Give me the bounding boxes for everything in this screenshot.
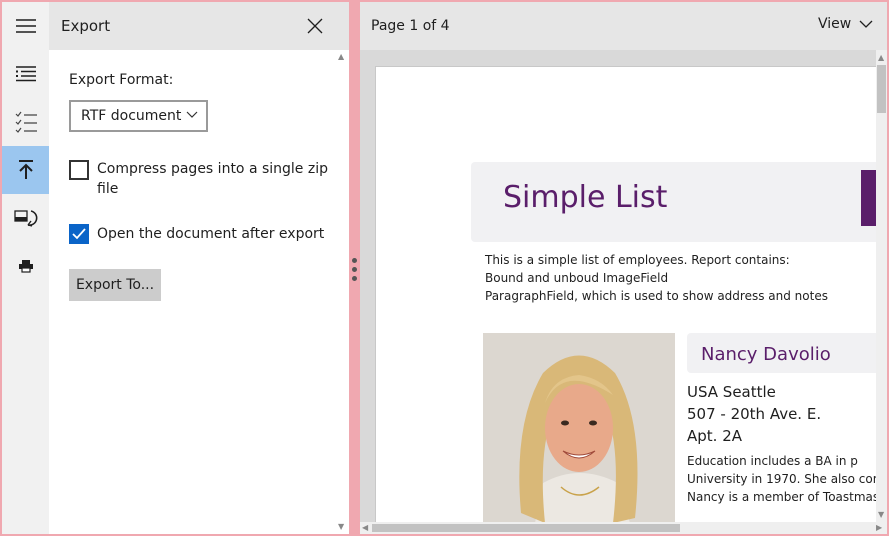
- compress-checkbox[interactable]: [69, 160, 89, 180]
- document-title: Simple List: [503, 180, 668, 215]
- print-button[interactable]: [2, 242, 49, 290]
- app-window: Export Export Format: RTF document Compr…: [2, 2, 887, 534]
- page-indicator: Page 1 of 4: [371, 18, 450, 34]
- address-line: 507 - 20th Ave. E.: [687, 405, 822, 423]
- checkmark-icon: [72, 228, 86, 240]
- export-button-rail[interactable]: [2, 146, 49, 194]
- notes-line: University in 1970. She also com: [687, 472, 885, 486]
- checklist-icon: [15, 111, 37, 133]
- open-after-export-checkbox[interactable]: [69, 224, 89, 244]
- viewer-header: Page 1 of 4 View: [360, 2, 887, 50]
- employee-photo: [483, 333, 675, 533]
- compress-label: Compress pages into a single zip file: [97, 161, 328, 197]
- vertical-scroll-thumb[interactable]: [877, 65, 886, 113]
- view-menu-button[interactable]: View: [818, 16, 873, 32]
- scroll-right-icon[interactable]: ▶: [876, 523, 882, 532]
- scroll-left-icon[interactable]: ◀: [362, 523, 368, 532]
- grip-dot: [352, 258, 357, 263]
- employee-name-band: Nancy Davolio: [687, 333, 887, 373]
- export-format-select[interactable]: RTF document: [69, 100, 208, 132]
- checklist-button[interactable]: [2, 98, 49, 146]
- hamburger-menu-icon: [15, 19, 36, 33]
- grip-dot: [352, 267, 357, 272]
- export-format-label: Export Format:: [69, 72, 174, 88]
- panel-title: Export: [61, 17, 111, 35]
- export-panel: Export Export Format: RTF document Compr…: [49, 2, 349, 534]
- panel-scrollbar[interactable]: ▲ ▼: [337, 50, 347, 534]
- hamburger-menu-button[interactable]: [2, 2, 49, 50]
- close-panel-button[interactable]: [303, 14, 327, 38]
- employee-portrait-image: [483, 333, 675, 533]
- document-description: This is a simple list of employees. Repo…: [485, 251, 828, 305]
- export-format-value: RTF document: [81, 108, 182, 124]
- title-band: Simple List: [471, 162, 887, 242]
- export-upload-icon: [18, 160, 33, 179]
- notes-line: Education includes a BA in p: [687, 454, 858, 468]
- scroll-up-icon[interactable]: ▲: [338, 52, 344, 61]
- document-canvas[interactable]: Simple List This is a simple list of emp…: [360, 50, 887, 534]
- document-page: Simple List This is a simple list of emp…: [375, 66, 887, 534]
- page-setup-button[interactable]: [2, 194, 49, 242]
- scroll-down-icon[interactable]: ▼: [878, 510, 884, 519]
- chevron-down-icon: [186, 111, 198, 118]
- icon-rail: [2, 2, 49, 534]
- page-setup-icon: [13, 210, 37, 227]
- horizontal-scroll-thumb[interactable]: [372, 524, 680, 532]
- panel-header: Export: [49, 2, 349, 50]
- scroll-up-icon[interactable]: ▲: [878, 53, 884, 62]
- description-line: This is a simple list of employees. Repo…: [485, 253, 790, 267]
- close-icon: [307, 18, 323, 34]
- open-after-export-label: Open the document after export: [97, 226, 325, 242]
- table-of-contents-button[interactable]: [2, 50, 49, 98]
- horizontal-scrollbar[interactable]: ◀ ▶: [360, 522, 887, 534]
- grip-dot: [352, 276, 357, 281]
- scroll-down-icon[interactable]: ▼: [338, 522, 344, 531]
- chevron-down-icon: [859, 20, 873, 28]
- description-line: Bound and unboud ImageField: [485, 271, 669, 285]
- print-icon: [18, 260, 33, 273]
- employee-notes: Education includes a BA in p University …: [687, 452, 887, 506]
- view-label: View: [818, 16, 852, 32]
- panel-splitter[interactable]: [349, 2, 360, 534]
- export-to-button[interactable]: Export To...: [69, 269, 161, 301]
- address-line: USA Seattle: [687, 383, 776, 401]
- vertical-scrollbar[interactable]: ▲ ▼: [876, 50, 887, 522]
- notes-line: Nancy is a member of Toastmast: [687, 490, 884, 504]
- document-viewer: Page 1 of 4 View Simple List This is a s…: [360, 2, 887, 534]
- table-of-contents-icon: [15, 66, 36, 82]
- employee-name: Nancy Davolio: [701, 344, 831, 365]
- employee-address: USA Seattle 507 - 20th Ave. E. Apt. 2A: [687, 381, 821, 447]
- address-line: Apt. 2A: [687, 427, 743, 445]
- description-line: ParagraphField, which is used to show ad…: [485, 289, 828, 303]
